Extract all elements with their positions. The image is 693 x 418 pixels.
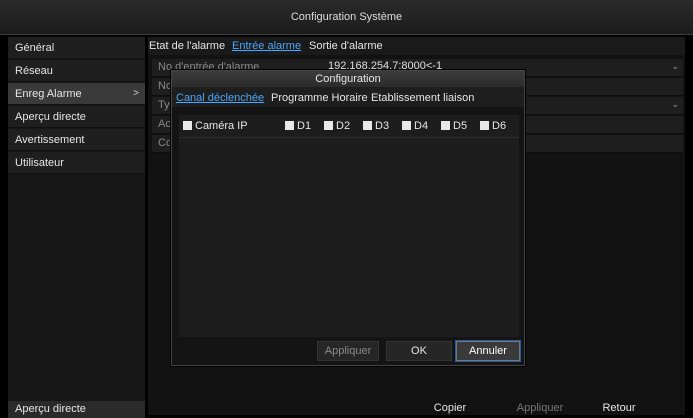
checkbox-icon [402,121,411,130]
sidebar-item-general[interactable]: Général [8,37,145,59]
window-title: Configuration Système [290,11,403,23]
sidebar: Général Réseau Enreg Alarme > Aperçu dir… [8,37,145,418]
sidebar-item-live-view[interactable]: Aperçu directe [8,106,145,128]
dialog-ok-button[interactable]: OK [386,341,452,361]
copy-button[interactable]: Copier [420,399,480,417]
tab-schedule[interactable]: Programme Horaire [271,92,368,104]
d3-checkbox[interactable]: D3 [363,120,389,132]
back-button[interactable]: Retour [588,399,650,417]
chevron-down-icon: ⌄ [671,99,679,109]
sidebar-item-network[interactable]: Réseau [8,60,145,82]
sidebar-item-alarm-record[interactable]: Enreg Alarme > [8,83,145,105]
checkbox-icon [480,121,489,130]
ip-camera-checkbox[interactable]: Caméra IP [183,120,248,132]
chevron-down-icon: ⌄ [671,61,679,71]
sidebar-item-user[interactable]: Utilisateur [8,152,145,174]
channel-list: Caméra IP D1 D2 D3 D4 D5 D6 [179,115,519,337]
tab-triggered-channel[interactable]: Canal déclenchée [176,92,264,104]
dialog-tabs: Canal déclenchée Programme Horaire Etabl… [172,87,524,107]
checkbox-icon [324,121,333,130]
checkbox-icon [363,121,372,130]
d4-checkbox[interactable]: D4 [402,120,428,132]
d1-checkbox[interactable]: D1 [285,120,311,132]
checkbox-icon [285,121,294,130]
tab-alarm-output[interactable]: Sortie d'alarme [309,40,383,52]
channel-checkbox-row: Caméra IP D1 D2 D3 D4 D5 D6 [179,115,519,138]
checkbox-icon [441,121,450,130]
dialog-apply-button[interactable]: Appliquer [317,341,379,361]
d5-checkbox[interactable]: D5 [441,120,467,132]
dialog-title: Configuration [172,71,524,87]
d2-checkbox[interactable]: D2 [324,120,350,132]
configuration-dialog: Configuration Canal déclenchée Programme… [171,70,525,366]
d6-checkbox[interactable]: D6 [480,120,506,132]
tab-linkage[interactable]: Etablissement liaison [371,92,474,104]
title-bar: Configuration Système [0,0,693,35]
main-tabs: Etat de l'alarme Entrée alarme Sortie d'… [148,37,685,55]
tab-alarm-input[interactable]: Entrée alarme [232,40,301,52]
checkbox-icon [183,121,192,130]
apply-button[interactable]: Appliquer [503,399,577,417]
dialog-cancel-button[interactable]: Annuler [455,340,521,362]
tab-alarm-status[interactable]: Etat de l'alarme [149,40,225,52]
chevron-right-icon: > [133,88,139,99]
sidebar-item-warning[interactable]: Avertissement [8,129,145,151]
live-view-button[interactable]: Aperçu directe [8,401,145,418]
